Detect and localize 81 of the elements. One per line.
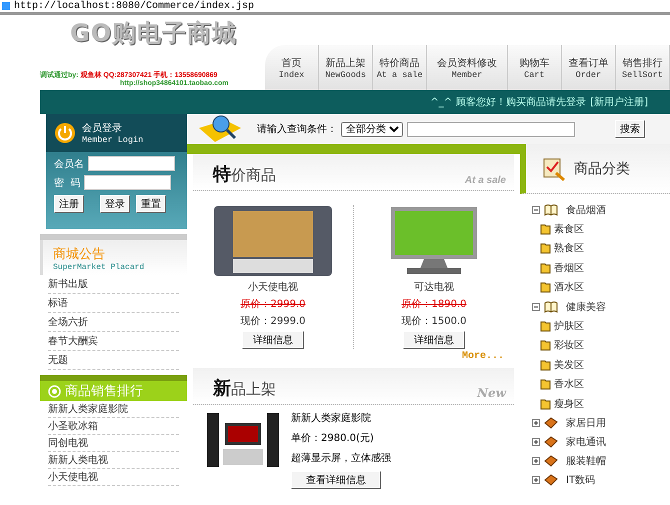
placard-link[interactable]: 全场六折: [48, 313, 179, 332]
category-node[interactable]: 家居日用: [566, 416, 606, 430]
power-icon: [54, 122, 76, 144]
expand-icon[interactable]: [532, 438, 540, 446]
expand-icon[interactable]: [532, 476, 540, 484]
details-button[interactable]: 详细信息: [242, 331, 304, 349]
checklist-icon: [542, 156, 568, 180]
product-name: 新新人类家庭影院: [291, 412, 371, 425]
category-leaf[interactable]: 熟食区: [554, 241, 584, 256]
shop-logo: GO购电子商城: [69, 18, 238, 49]
unit-price: 单价：2980.0(元): [291, 432, 374, 445]
folder-icon: [540, 222, 551, 235]
original-price: 原价：1890.0: [402, 298, 466, 311]
product-name: 小天使电视: [248, 280, 298, 294]
welcome-text: 顾客您好！购买商品请先登录: [456, 96, 586, 109]
login-title: 会员登录 Member Login: [82, 122, 144, 145]
collapse-icon[interactable]: [532, 206, 540, 214]
login-form-button[interactable]: 登录: [100, 195, 130, 213]
ranking-link[interactable]: 同创电视: [48, 435, 179, 452]
ranking-link[interactable]: 小天使电视: [48, 469, 179, 486]
collapse-icon[interactable]: [532, 302, 540, 310]
product-description: 超薄显示屏，立体感强: [291, 452, 391, 465]
original-price: 原价：2999.0: [240, 298, 306, 311]
url-text: http://localhost:8080/Commerce/index.jsp: [14, 0, 254, 12]
current-price: 现价：1500.0: [402, 315, 466, 328]
password-label: 密 码: [54, 176, 80, 190]
category-leaf[interactable]: 香水区: [554, 377, 584, 392]
ranking-header: 商品销售排行: [40, 381, 187, 401]
category-dropdown[interactable]: 全部分类: [341, 122, 403, 136]
username-field[interactable]: [88, 156, 175, 171]
category-leaf[interactable]: 香烟区: [554, 260, 584, 275]
category-leaf[interactable]: 护肤区: [554, 318, 584, 333]
open-book-icon: [544, 204, 558, 216]
magnifier-book-icon: [197, 114, 243, 144]
folder-icon: [540, 339, 551, 352]
ranking-link[interactable]: 新新人类电视: [48, 452, 179, 469]
category-leaf[interactable]: 瘦身区: [554, 396, 584, 411]
placard-link[interactable]: 春节大酬宾: [48, 332, 179, 351]
folder-icon: [540, 358, 551, 371]
details-button[interactable]: 查看详细信息: [291, 471, 381, 489]
search-label: 请输入查询条件：: [257, 122, 337, 136]
placard-link[interactable]: 新书出版: [48, 275, 179, 294]
smiley-text: ^_^: [430, 96, 452, 108]
category-leaf[interactable]: 素食区: [554, 222, 584, 236]
category-node[interactable]: 健康美容: [566, 300, 606, 314]
sale-header: 特价商品 At a sale: [193, 154, 514, 191]
search-button[interactable]: 搜索: [615, 120, 645, 138]
folder-icon: [540, 242, 551, 254]
username-label: 会员名: [54, 158, 84, 170]
current-price: 现价：2999.0: [240, 315, 306, 328]
folder-icon: [540, 320, 551, 332]
folder-icon: [540, 281, 551, 294]
category-node[interactable]: 家电通讯: [566, 435, 606, 449]
category-leaf[interactable]: 酒水区: [554, 280, 584, 294]
category-node[interactable]: 食品烟酒: [566, 202, 606, 216]
placard-link[interactable]: 无题: [48, 351, 179, 370]
login-form-button[interactable]: 注册: [54, 195, 84, 213]
open-book-icon: [544, 300, 558, 312]
new-goods-header: 新品上架 New: [193, 368, 514, 405]
ranking-link[interactable]: 小圣歌冰箱: [48, 418, 179, 435]
category-title: 商品分类: [574, 160, 630, 178]
expand-icon[interactable]: [532, 419, 540, 427]
folder-icon: [540, 378, 551, 390]
password-field[interactable]: [84, 175, 172, 190]
category-leaf[interactable]: 彩妆区: [554, 338, 584, 352]
register-link[interactable]: [新用户注册]: [590, 95, 648, 109]
ranking-link[interactable]: 新新人类家庭影院: [48, 401, 179, 418]
product-name: 可达电视: [414, 280, 454, 294]
login-form-button[interactable]: 重置: [136, 195, 166, 213]
category-leaf[interactable]: 美发区: [554, 358, 584, 372]
page-icon: [1, 1, 11, 11]
folder-icon: [540, 398, 551, 410]
search-field[interactable]: [407, 122, 575, 136]
details-button[interactable]: 详细信息: [403, 331, 465, 349]
folder-icon: [540, 262, 551, 274]
category-node[interactable]: 服装鞋帽: [566, 454, 606, 468]
category-node[interactable]: IT数码: [566, 473, 596, 487]
expand-icon[interactable]: [532, 457, 540, 465]
target-icon: [48, 384, 61, 398]
placard-header: 商城公告 SuperMarket Placard: [40, 240, 187, 275]
placard-link[interactable]: 标语: [48, 294, 179, 313]
